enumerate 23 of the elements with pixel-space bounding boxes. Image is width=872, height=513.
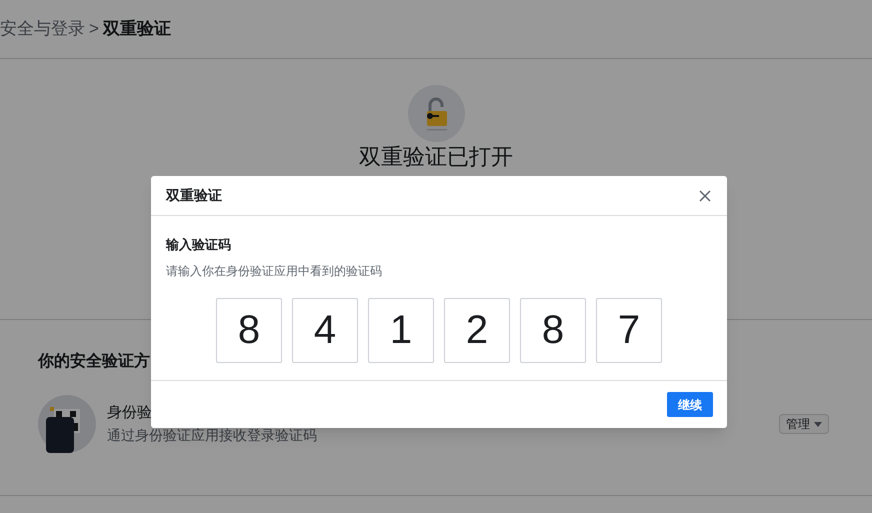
breadcrumb-current: 双重验证 — [102, 18, 171, 40]
code-digit-field[interactable]: 7 — [596, 298, 662, 362]
code-digit-field[interactable]: 2 — [444, 298, 510, 362]
breadcrumb-link[interactable]: 安全与登录 — [0, 16, 85, 42]
breadcrumb-separator: > — [89, 18, 99, 40]
status-title: 双重验证已打开 — [359, 146, 513, 168]
code-digit-field[interactable]: 4 — [292, 298, 358, 362]
section-title: 你的安全验证方 — [38, 351, 151, 372]
code-heading: 输入验证码 — [166, 236, 232, 254]
method-title: 身份验 — [107, 403, 153, 424]
manage-dropdown[interactable]: 管理 — [779, 414, 829, 434]
code-digit-field[interactable]: 1 — [368, 298, 434, 362]
caret-icon — [814, 422, 822, 426]
dialog-title: 双重验证 — [166, 186, 222, 205]
close-button[interactable] — [698, 188, 712, 202]
close-icon — [699, 190, 711, 202]
code-digit-field[interactable]: 8 — [520, 298, 586, 362]
padlock-icon — [408, 85, 464, 142]
code-digit-field[interactable]: 8 — [216, 298, 282, 362]
qr-phone-icon — [38, 395, 96, 453]
code-hint: 请输入你在身份验证应用中看到的验证码 — [166, 262, 383, 280]
method-subtitle: 通过身份验证应用接收登录验证码 — [107, 426, 317, 445]
continue-button[interactable]: 继续 — [667, 392, 713, 417]
